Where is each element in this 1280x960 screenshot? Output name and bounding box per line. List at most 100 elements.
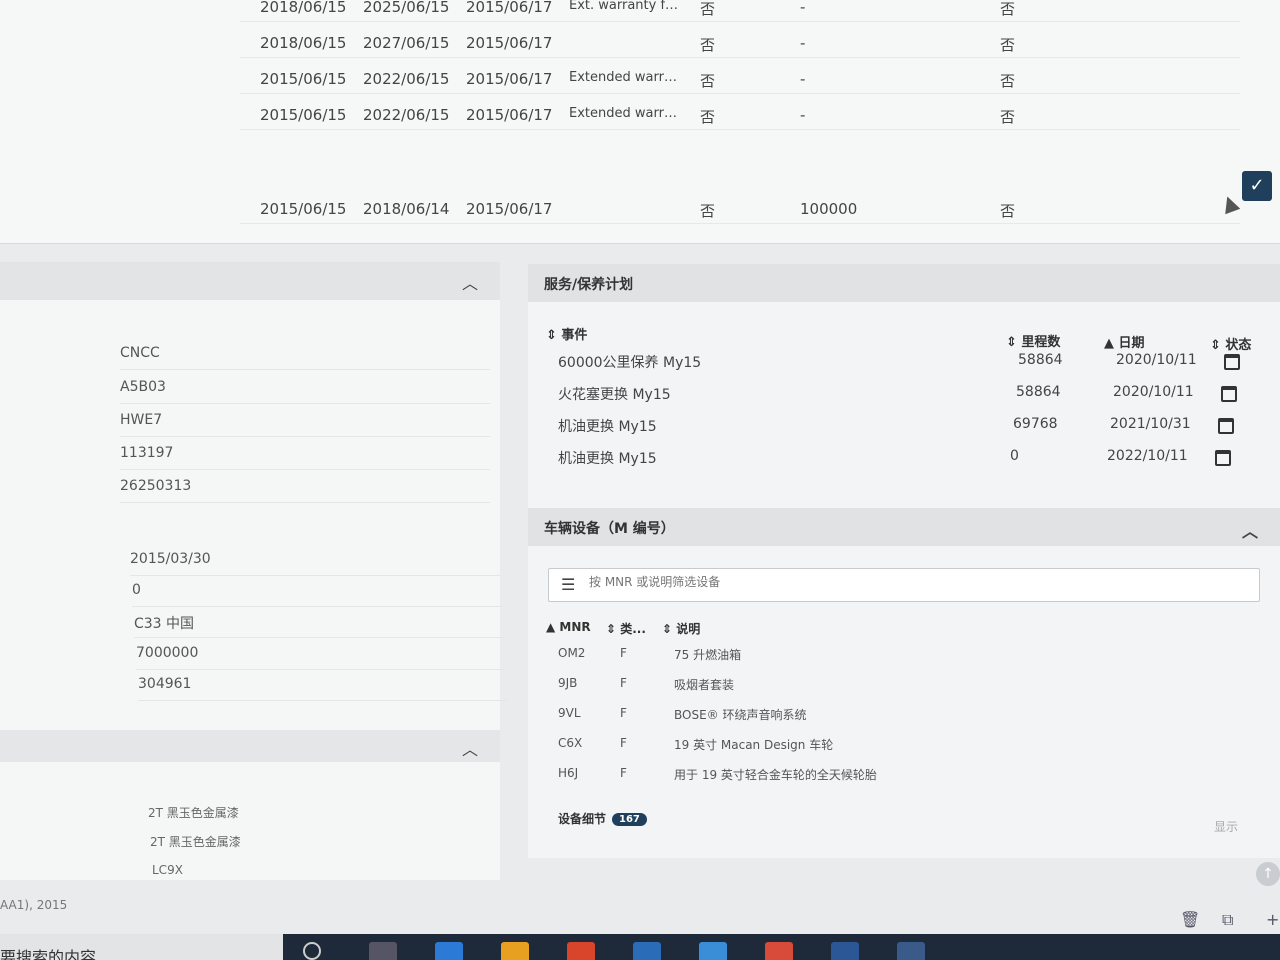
reg-date: 2015/06/17 (466, 200, 553, 218)
event-name: 机油更换 My15 (558, 419, 657, 435)
reg-date: 2015/06/17 (466, 70, 553, 88)
file-explorer-icon[interactable] (501, 942, 529, 960)
reg-date: 2015/06/17 (466, 106, 553, 124)
info-row: HWE7 (120, 405, 490, 437)
event-date: 2020/10/11 (1113, 384, 1194, 400)
table-row[interactable]: 2015/06/15 2022/06/15 2015/06/17 Extende… (240, 64, 1240, 94)
mnr-code: 9VL (558, 706, 581, 720)
mnr-type: F (620, 706, 627, 720)
equipment-header[interactable]: 车辆设备（M 编号） ︿ (528, 508, 1280, 546)
table-row[interactable]: 机油更换 My15 0 2022/10/11 (558, 442, 1258, 474)
event-mileage: 69768 (1013, 416, 1058, 432)
table-row[interactable]: 9VL F BOSE® 环绕声音响系统 (548, 700, 1248, 730)
event-name: 火花塞更换 My15 (558, 387, 671, 403)
task-view-icon[interactable] (369, 942, 397, 960)
equipment-details-link[interactable]: 设备细节 167 (558, 810, 647, 827)
chevron-up-icon[interactable]: ︿ (462, 736, 478, 760)
start-date: 2015/06/15 (260, 70, 347, 88)
calendar-check-icon[interactable] (1221, 386, 1237, 402)
column-header-type[interactable]: ⇕ 类... (606, 620, 646, 637)
equipment-title: 车辆设备（M 编号） (544, 521, 675, 537)
calendar-check-icon[interactable] (1224, 354, 1240, 370)
equipment-filter[interactable]: ☰ (548, 568, 1260, 602)
column-header-mnr[interactable]: ▲ MNR (546, 620, 591, 634)
flag2: 否 (1000, 0, 1016, 18)
table-row[interactable]: OM2 F 75 升燃油箱 (548, 640, 1248, 670)
info-row: 2015/03/30 (130, 544, 500, 576)
column-header-desc[interactable]: ⇕ 说明 (662, 620, 700, 637)
external-link-icon[interactable]: ⧉ (1222, 910, 1233, 930)
table-row[interactable]: 机油更换 My15 69768 2021/10/31 (558, 410, 1258, 442)
flag2: 否 (1000, 36, 1016, 54)
event-date: 2022/10/11 (1107, 448, 1188, 464)
mnr-code: 9JB (558, 676, 578, 690)
mileage: - (800, 34, 806, 52)
event-name: 60000公里保养 My15 (558, 355, 702, 371)
search-icon[interactable] (303, 942, 321, 960)
flag: 否 (700, 108, 716, 126)
info-row: 0 (132, 575, 502, 607)
mail-icon[interactable] (633, 942, 661, 960)
add-icon[interactable]: + (1266, 910, 1279, 929)
calendar-icon[interactable] (1215, 450, 1231, 466)
taskbar-search-input[interactable]: 要搜索的内容 (0, 944, 96, 960)
edge-browser-icon[interactable] (435, 942, 463, 960)
panel-header[interactable]: ︿ (0, 730, 500, 762)
warranty-desc: Ext. warranty for ... (569, 0, 679, 13)
calendar-check-icon[interactable] (1218, 418, 1234, 434)
confirm-check-button[interactable]: ✓ (1242, 171, 1272, 201)
equipment-filter-input[interactable] (589, 575, 1229, 589)
info-row: A5B03 (120, 372, 490, 404)
table-row[interactable]: 火花塞更换 My15 58864 2020/10/11 (558, 378, 1258, 410)
flag2: 否 (1000, 108, 1016, 126)
table-row[interactable]: 2015/06/15 2018/06/14 2015/06/17 否 10000… (240, 194, 1240, 224)
footer-text: AA1), 2015 (0, 898, 68, 912)
taskbar-dark (283, 934, 1280, 960)
info-row: 113197 (120, 438, 490, 470)
table-row[interactable]: C6X F 19 英寸 Macan Design 车轮 (548, 730, 1248, 760)
filter-icon: ☰ (561, 575, 576, 594)
chrome-icon[interactable] (765, 942, 793, 960)
mnr-code: C6X (558, 736, 583, 750)
table-row[interactable]: 2018/06/15 2025/06/15 2015/06/17 Ext. wa… (240, 0, 1240, 22)
scroll-to-top-button[interactable]: ↑ (1256, 862, 1280, 886)
warranty-table: 2018/06/15 2025/06/15 2015/06/17 Ext. wa… (0, 0, 1280, 244)
table-row[interactable]: 60000公里保养 My15 58864 2020/10/11 (558, 346, 1258, 378)
show-button[interactable]: 显示 (1214, 818, 1238, 835)
vehicle-info-panel: ︿ CNCC A5B03 HWE7 113197 26250313 2015/0… (0, 262, 508, 880)
reg-date: 2015/06/17 (466, 0, 553, 16)
table-row[interactable]: 2018/06/15 2027/06/15 2015/06/17 否 - 否 (240, 28, 1240, 58)
delete-icon[interactable]: 🗑 (1180, 910, 1200, 929)
service-plan-header[interactable]: 服务/保养计划 (528, 264, 1280, 302)
info-row: 304961 (138, 669, 508, 701)
mnr-desc: 吸烟者套装 (674, 678, 735, 692)
mileage: - (800, 106, 806, 124)
mnr-desc: 19 英寸 Macan Design 车轮 (674, 738, 834, 752)
mileage: - (800, 0, 806, 16)
flag2: 否 (1000, 72, 1016, 90)
store-icon[interactable] (567, 942, 595, 960)
table-row[interactable]: 2015/06/15 2022/06/15 2015/06/17 Extende… (240, 100, 1240, 130)
count-badge: 167 (612, 813, 647, 826)
mnr-type: F (620, 766, 627, 780)
column-header-event[interactable]: ⇕ 事件 (546, 324, 587, 343)
app-icon[interactable] (897, 942, 925, 960)
end-date: 2027/06/15 (363, 34, 450, 52)
end-date: 2022/06/15 (363, 106, 450, 124)
table-row[interactable]: 9JB F 吸烟者套装 (548, 670, 1248, 700)
table-row[interactable]: H6J F 用于 19 英寸轻合金车轮的全天候轮胎 (548, 760, 1248, 790)
chevron-up-icon[interactable]: ︿ (1242, 518, 1258, 542)
start-date: 2018/06/15 (260, 0, 347, 16)
chevron-up-icon[interactable]: ︿ (462, 270, 478, 294)
panel-header[interactable]: ︿ (0, 262, 500, 300)
mnr-type: F (620, 736, 627, 750)
warranty-desc: Extended warrant... (569, 106, 679, 121)
ie-browser-icon[interactable] (699, 942, 727, 960)
event-date: 2021/10/31 (1110, 416, 1191, 432)
start-date: 2015/06/15 (260, 200, 347, 218)
paint-color: 2T 黑玉色金属漆 (148, 806, 239, 820)
word-icon[interactable] (831, 942, 859, 960)
event-name: 机油更换 My15 (558, 451, 657, 467)
mnr-desc: 75 升燃油箱 (674, 648, 742, 662)
mnr-desc: 用于 19 英寸轻合金车轮的全天候轮胎 (674, 768, 877, 782)
